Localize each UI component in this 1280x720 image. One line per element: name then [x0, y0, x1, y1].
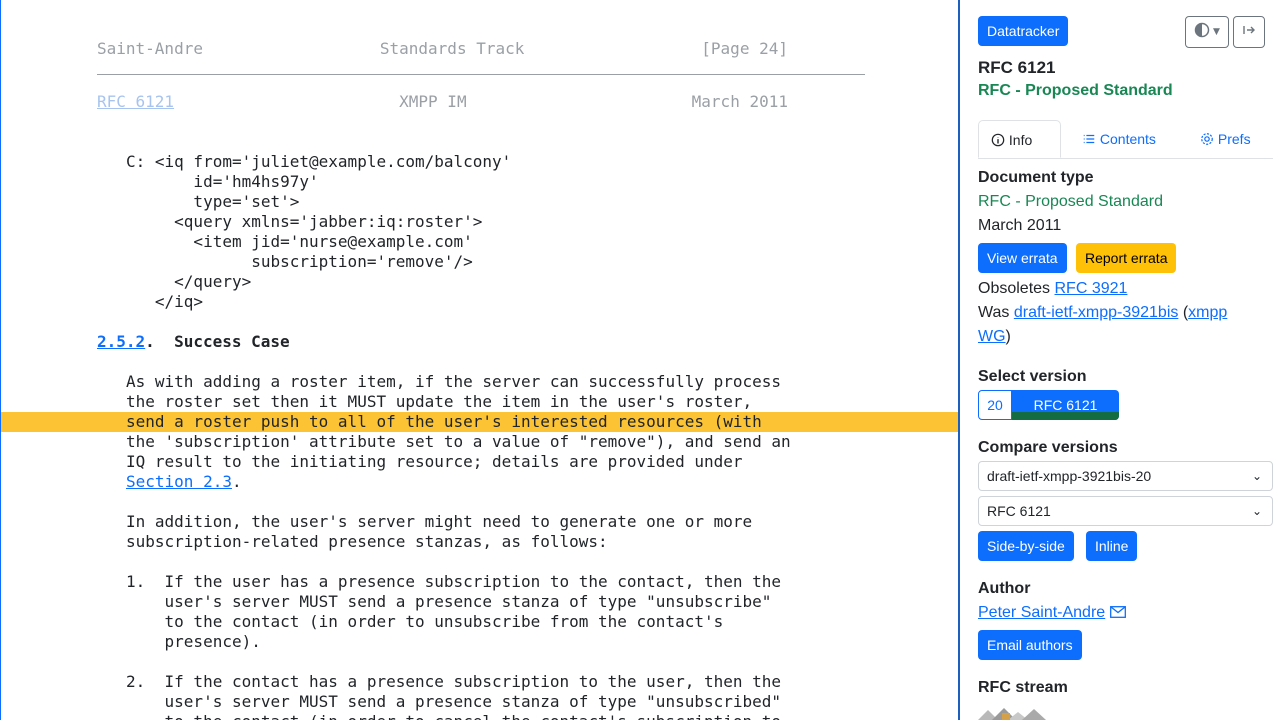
datatracker-button[interactable]: Datatracker: [978, 16, 1069, 46]
paragraph-line: the roster set then it MUST update the i…: [126, 392, 753, 411]
section-title: Success Case: [174, 332, 290, 351]
footer-author: Saint-Andre: [97, 39, 203, 58]
obsoletes-line: Obsoletes RFC 3921: [978, 280, 1128, 297]
list-item-line: user's server MUST send a presence stanz…: [126, 592, 772, 611]
section-2-3-link[interactable]: Section 2.3: [126, 472, 232, 491]
page-break-rule: [97, 74, 865, 75]
stream-logo: [978, 704, 1054, 720]
list-icon: [1082, 131, 1100, 147]
report-errata-button[interactable]: Report errata: [1076, 243, 1177, 273]
paragraph-line: the 'subscription' attribute set to a va…: [126, 432, 791, 451]
email-authors-button[interactable]: Email authors: [978, 630, 1082, 660]
compare-versions-heading: Compare versions: [978, 439, 1118, 456]
side-by-side-button[interactable]: Side-by-side: [978, 531, 1074, 561]
rfc-title: RFC 6121: [978, 58, 1056, 77]
author-line: Peter Saint-Andre: [978, 604, 1126, 622]
tab-info[interactable]: Info: [978, 120, 1061, 158]
code-line: <query xmlns='jabber:iq:roster'>: [126, 212, 483, 231]
code-line: </iq>: [126, 292, 204, 311]
code-line: id='hm4hs97y': [126, 172, 319, 191]
compare-to-select[interactable]: RFC 6121 ⌄: [978, 496, 1273, 526]
footer-track: Standards Track: [379, 39, 525, 58]
paragraph-line: In addition, the user's server might nee…: [126, 512, 753, 531]
list-item-line: to the contact (in order to unsubscribe …: [126, 612, 724, 631]
paragraph-line: IQ result to the initiating resource; de…: [126, 452, 743, 471]
paragraph-line: subscription-related presence stanzas, a…: [126, 532, 608, 551]
paragraph-line-highlighted: send a roster push to all of the user's …: [126, 412, 762, 431]
chevron-down-icon: ⌄: [1251, 469, 1262, 483]
page-header: RFC 6121 XMPP IM March 2011: [97, 92, 788, 112]
list-item-line: user's server MUST send a presence stanz…: [126, 692, 782, 711]
gear-icon: [1200, 131, 1218, 147]
working-group-link-cont[interactable]: WG: [978, 328, 1006, 345]
view-errata-button[interactable]: View errata: [978, 243, 1067, 273]
collapse-sidebar-button[interactable]: [1233, 16, 1265, 48]
version-rfc-button[interactable]: RFC 6121: [1012, 390, 1119, 420]
caret-down-icon: ▼: [1213, 27, 1220, 37]
tab-prefs[interactable]: Prefs: [1188, 120, 1263, 158]
was-draft-link[interactable]: draft-ietf-xmpp-3921bis: [1014, 304, 1179, 321]
tab-contents[interactable]: Contents: [1070, 120, 1168, 158]
rfc-stream-heading: RFC stream: [978, 679, 1068, 696]
document-pane: Saint-Andre Standards Track [Page 24] RF…: [0, 0, 958, 720]
theme-toggle-button[interactable]: ▼: [1185, 16, 1229, 48]
list-item-line: 2. If the contact has a presence subscri…: [126, 672, 782, 691]
list-item-line: 1. If the user has a presence subscripti…: [126, 572, 782, 591]
document-type-value: RFC - Proposed Standard: [978, 193, 1163, 210]
was-line-continued: WG): [978, 328, 1011, 345]
publication-date: March 2011: [978, 217, 1062, 234]
version-20-button[interactable]: 20: [978, 390, 1012, 420]
working-group-link[interactable]: xmpp: [1188, 304, 1227, 321]
info-icon: [991, 132, 1009, 148]
rfc-status: RFC - Proposed Standard: [978, 82, 1173, 99]
paragraph-line: Section 2.3.: [126, 472, 242, 491]
select-version-heading: Select version: [978, 368, 1087, 385]
half-circle-icon: [1194, 22, 1210, 42]
section-number-link[interactable]: 2.5.2: [97, 332, 145, 351]
document-sidebar: Datatracker ▼ RFC 6121 RFC - Proposed St…: [958, 0, 1280, 720]
header-rfc-link[interactable]: RFC 6121: [97, 92, 174, 112]
collapse-sidebar-icon: [1241, 22, 1257, 42]
code-line: type='set'>: [126, 192, 300, 211]
code-line: <item jid='nurse@example.com': [126, 232, 473, 251]
chevron-down-icon: ⌄: [1251, 504, 1262, 518]
paragraph-line: As with adding a roster item, if the ser…: [126, 372, 782, 391]
author-link[interactable]: Peter Saint-Andre: [978, 604, 1105, 621]
sidebar-tabs: Info Contents Prefs: [978, 120, 1273, 159]
compare-from-select[interactable]: draft-ietf-xmpp-3921bis-20 ⌄: [978, 461, 1273, 491]
page-footer: Saint-Andre Standards Track [Page 24]: [97, 39, 788, 59]
was-line: Was draft-ietf-xmpp-3921bis (xmpp: [978, 304, 1228, 321]
obsoletes-rfc-link[interactable]: RFC 3921: [1055, 280, 1128, 297]
code-line: subscription='remove'/>: [126, 252, 473, 271]
inline-button[interactable]: Inline: [1086, 531, 1138, 561]
code-line: </query>: [126, 272, 252, 291]
document-type-heading: Document type: [978, 169, 1094, 186]
envelope-icon[interactable]: [1109, 604, 1126, 621]
footer-page: [Page 24]: [701, 39, 788, 58]
list-item-line: to the contact (in order to cancel the c…: [126, 712, 782, 720]
section-heading: 2.5.2. Success Case: [97, 332, 290, 351]
header-date: March 2011: [691, 92, 788, 111]
author-heading: Author: [978, 580, 1031, 597]
header-title: XMPP IM: [399, 92, 467, 111]
code-line: C: <iq from='juliet@example.com/balcony': [126, 152, 512, 171]
list-item-line: presence).: [126, 632, 261, 651]
